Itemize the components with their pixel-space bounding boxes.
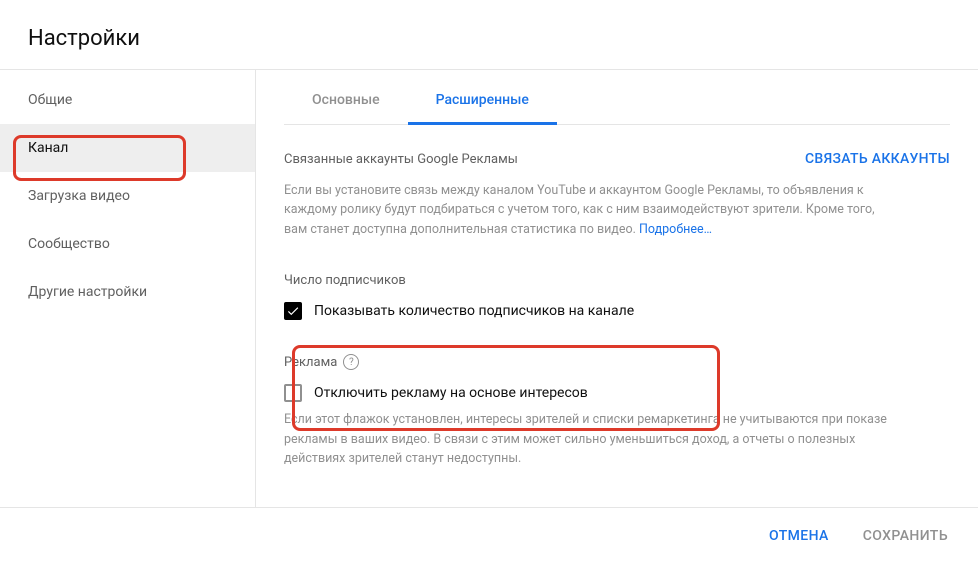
subscribers-title: Число подписчиков [284, 273, 950, 288]
main-panel: Основные Расширенные Связанные аккаунты … [256, 70, 978, 508]
checkmark-icon [286, 304, 300, 318]
sidebar-item-channel[interactable]: Канал [0, 124, 255, 172]
sidebar-item-other[interactable]: Другие настройки [0, 268, 255, 316]
subscribers-section: Число подписчиков Показывать количество … [284, 273, 950, 320]
linked-accounts-desc: Если вы установите связь между каналом Y… [284, 181, 894, 239]
disable-interest-ads-checkbox[interactable] [284, 384, 302, 402]
sidebar-item-general[interactable]: Общие [0, 76, 255, 124]
learn-more-link[interactable]: Подробнее… [639, 222, 712, 237]
link-accounts-button[interactable]: СВЯЗАТЬ АККАУНТЫ [805, 151, 950, 167]
show-subscriber-count-checkbox[interactable] [284, 302, 302, 320]
settings-sidebar: Общие Канал Загрузка видео Сообщество Др… [0, 70, 256, 508]
sidebar-item-upload[interactable]: Загрузка видео [0, 172, 255, 220]
help-icon[interactable]: ? [343, 354, 359, 370]
tab-basic[interactable]: Основные [284, 76, 408, 124]
sidebar-item-community[interactable]: Сообщество [0, 220, 255, 268]
linked-accounts-title: Связанные аккаунты Google Рекламы [284, 152, 518, 167]
save-button[interactable]: СОХРАНИТЬ [863, 528, 948, 544]
cancel-button[interactable]: ОТМЕНА [769, 528, 829, 544]
ads-desc: Если этот флажок установлен, интересы зр… [284, 410, 894, 468]
footer: ОТМЕНА СОХРАНИТЬ [0, 507, 978, 563]
ads-title: Реклама [284, 355, 337, 370]
page-title: Настройки [0, 0, 978, 69]
tab-advanced[interactable]: Расширенные [408, 76, 557, 124]
show-subscriber-count-label: Показывать количество подписчиков на кан… [314, 303, 634, 319]
disable-interest-ads-label: Отключить рекламу на основе интересов [314, 385, 588, 401]
ads-section: Реклама ? Отключить рекламу на основе ин… [284, 354, 950, 468]
tabs: Основные Расширенные [284, 76, 950, 125]
linked-accounts-section: Связанные аккаунты Google Рекламы СВЯЗАТ… [284, 151, 950, 239]
